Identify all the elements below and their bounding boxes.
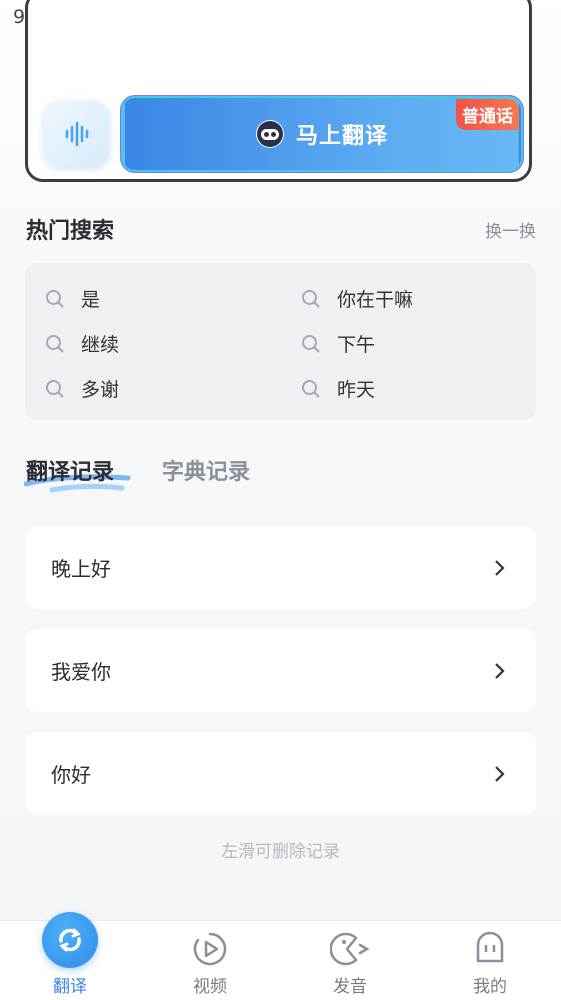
record-text: 我爱你	[51, 660, 111, 684]
hot-search-title: 热门搜索	[26, 219, 115, 244]
nav-label: 我的	[473, 977, 507, 997]
search-item[interactable]: 是	[45, 285, 100, 312]
hot-search-panel: 是 你在干嘛 继续 下午 多谢 昨天	[25, 263, 536, 420]
swipe-delete-hint: 左滑可删除记录	[221, 842, 340, 862]
search-item[interactable]: 继续	[45, 330, 119, 357]
dialect-badge[interactable]: 普通话	[456, 99, 519, 130]
bottom-nav: 翻译 视频 发音 我的	[0, 912, 561, 1000]
nav-label: 发音	[333, 977, 367, 997]
tab-dictionary-history[interactable]: 字典记录	[162, 454, 250, 486]
search-item[interactable]: 下午	[301, 330, 375, 357]
history-record[interactable]: 我爱你	[25, 629, 536, 712]
search-item-label: 多谢	[81, 379, 120, 401]
search-item-label: 昨天	[337, 379, 376, 401]
search-item[interactable]: 你在干嘛	[301, 285, 413, 312]
search-icon	[46, 289, 64, 308]
search-icon	[46, 334, 64, 353]
history-record[interactable]: 晚上好	[25, 526, 536, 609]
search-icon	[46, 379, 64, 398]
search-icon	[302, 379, 320, 398]
nav-label: 翻译	[53, 977, 87, 997]
history-record[interactable]: 你好	[25, 732, 536, 815]
nav-item-translate[interactable]: 翻译	[0, 912, 140, 1000]
pronounce-icon	[330, 932, 370, 966]
refresh-icon	[59, 928, 81, 952]
play-icon	[193, 932, 227, 966]
record-text: 晚上好	[51, 557, 111, 581]
waveform-icon	[65, 121, 88, 147]
nav-label: 视频	[193, 977, 227, 997]
tab-translation-history[interactable]: 翻译记录	[26, 454, 114, 486]
chevron-right-icon	[495, 662, 505, 679]
profile-icon	[476, 931, 504, 963]
translate-fab	[42, 912, 98, 968]
robot-icon	[255, 120, 284, 148]
search-item-label: 你在干嘛	[337, 289, 414, 311]
search-icon	[302, 334, 320, 353]
search-item-label: 是	[81, 289, 101, 311]
search-item-label: 继续	[81, 334, 120, 356]
search-item[interactable]: 多谢	[45, 375, 119, 402]
chevron-right-icon	[495, 765, 505, 782]
refresh-button[interactable]: 换一换	[485, 217, 536, 242]
voice-input-button[interactable]	[44, 101, 109, 167]
record-text: 你好	[51, 763, 91, 787]
translate-now-label: 马上翻译	[295, 124, 388, 149]
chevron-right-icon	[495, 559, 505, 576]
nav-item-video[interactable]: 视频	[140, 921, 280, 1000]
nav-item-pronounce[interactable]: 发音	[280, 921, 420, 1000]
search-item-label: 下午	[337, 334, 376, 356]
search-icon	[302, 289, 320, 308]
translate-now-button[interactable]: 马上翻译 普通话	[123, 98, 521, 170]
nav-item-profile[interactable]: 我的	[420, 921, 560, 1000]
search-item[interactable]: 昨天	[301, 375, 375, 402]
